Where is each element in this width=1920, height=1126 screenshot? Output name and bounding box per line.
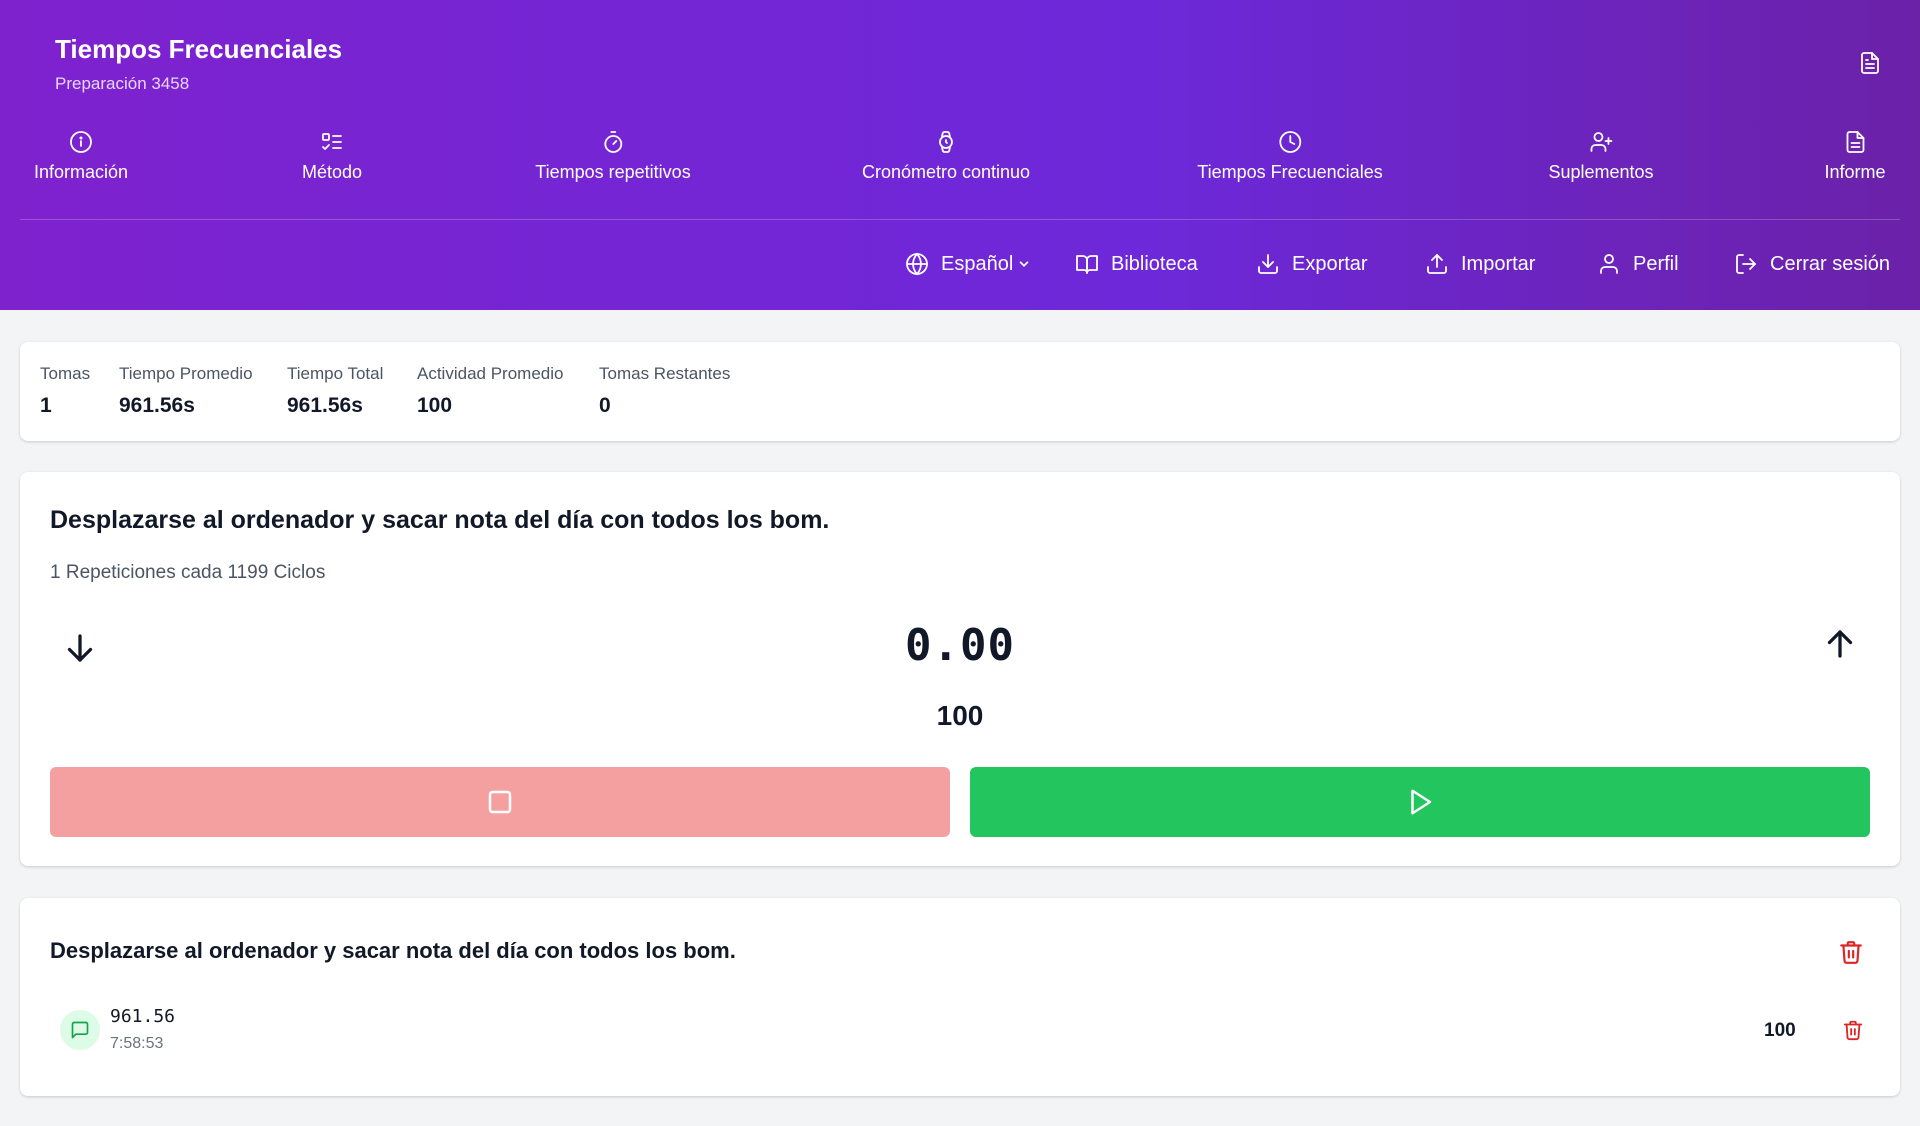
- arrow-up-icon[interactable]: [1822, 626, 1858, 662]
- app-header: Tiempos Frecuenciales Preparación 3458 I…: [0, 0, 1920, 310]
- stat-label: Tiempo Total: [287, 364, 384, 383]
- stat-actividad-promedio: Actividad Promedio 100: [417, 364, 563, 418]
- profile-button[interactable]: Perfil: [1597, 252, 1679, 276]
- nav-item-tiempos-repetitivos[interactable]: Tiempos repetitivos: [535, 130, 691, 183]
- nav-label: Informe: [1824, 162, 1886, 182]
- timer-icon: [604, 131, 622, 153]
- export-label: Exportar: [1292, 252, 1368, 275]
- timer-display: 0.00: [905, 620, 1015, 671]
- timer-card: Desplazarse al ordenador y sacar nota de…: [20, 472, 1900, 866]
- app-subtitle: Preparación 3458: [55, 74, 190, 93]
- nav-item-metodo[interactable]: Método: [302, 130, 362, 183]
- nav-label: Información: [33, 162, 129, 182]
- nav-item-tiempos-frecuenciales[interactable]: Tiempos Frecuenciales: [1197, 130, 1383, 183]
- nav-item-informacion[interactable]: Información: [34, 130, 128, 183]
- message-icon: [71, 1021, 89, 1039]
- records-card: Desplazarse al ordenador y sacar nota de…: [20, 898, 1900, 1096]
- document-icon: [1846, 131, 1864, 153]
- comment-button[interactable]: [60, 1010, 100, 1050]
- nav-label: Método: [301, 162, 363, 182]
- library-label: Biblioteca: [1111, 252, 1198, 275]
- import-button[interactable]: Importar: [1425, 252, 1535, 276]
- app-title: Tiempos Frecuenciales: [55, 34, 343, 64]
- document-icon[interactable]: [1858, 50, 1882, 76]
- stat-value: 961.56s: [119, 394, 195, 417]
- nav-label: Cronómetro continuo: [861, 162, 1031, 182]
- task-title: Desplazarse al ordenador y sacar nota de…: [50, 506, 830, 534]
- list-check-icon: [322, 133, 342, 150]
- repetitions-text: 1 Repeticiones cada 1199 Ciclos: [50, 562, 326, 583]
- records-title: Desplazarse al ordenador y sacar nota de…: [50, 938, 736, 963]
- clock-icon: [1279, 131, 1301, 153]
- stat-value: 1: [40, 394, 52, 417]
- stop-icon: [488, 790, 512, 814]
- nav-item-informe[interactable]: Informe: [1824, 130, 1886, 183]
- nav-item-suplementos[interactable]: Suplementos: [1548, 130, 1654, 183]
- stat-value: 961.56s: [287, 394, 363, 417]
- play-button[interactable]: [970, 767, 1870, 837]
- globe-icon: [906, 252, 928, 276]
- logout-button[interactable]: Cerrar sesión: [1734, 252, 1890, 276]
- stat-label: Tomas: [40, 364, 91, 383]
- profile-label: Perfil: [1633, 252, 1679, 275]
- stat-value: 100: [417, 394, 453, 417]
- stats-card: Tomas 1 Tiempo Promedio 961.56s Tiempo T…: [20, 342, 1900, 441]
- download-icon: [1258, 254, 1278, 274]
- trash-icon[interactable]: [1838, 938, 1864, 966]
- user-icon: [1600, 254, 1618, 274]
- book-icon: [1076, 255, 1098, 274]
- logout-icon: [1736, 254, 1756, 274]
- import-label: Importar: [1461, 252, 1536, 275]
- stat-value: 0: [599, 394, 611, 417]
- watch-icon: [939, 131, 953, 153]
- trash-icon[interactable]: [1842, 1018, 1864, 1042]
- chevron-down-icon: [1019, 261, 1029, 267]
- stop-button[interactable]: [50, 767, 950, 837]
- stat-label: Tiempo Promedio: [119, 364, 253, 383]
- info-icon: [70, 131, 92, 153]
- language-select[interactable]: Español: [905, 252, 1043, 276]
- record-activity: 100: [1764, 1020, 1796, 1041]
- export-button[interactable]: Exportar: [1256, 252, 1368, 276]
- record-timestamp: 7:58:53: [110, 1035, 164, 1052]
- language-label: Español: [941, 252, 1014, 275]
- stat-label: Tomas Restantes: [599, 364, 731, 383]
- record-time: 961.56: [110, 1006, 176, 1027]
- stat-tiempo-promedio: Tiempo Promedio 961.56s: [119, 364, 253, 418]
- user-plus-icon: [1590, 132, 1612, 152]
- nav-label: Tiempos repetitivos: [535, 162, 691, 182]
- library-button[interactable]: Biblioteca: [1075, 252, 1198, 276]
- nav-item-cronometro-continuo[interactable]: Cronómetro continuo: [862, 130, 1030, 183]
- upload-icon: [1427, 254, 1447, 274]
- logout-label: Cerrar sesión: [1770, 252, 1891, 275]
- stat-tomas-restantes: Tomas Restantes 0: [599, 364, 730, 418]
- stat-tomas: Tomas 1: [40, 364, 90, 418]
- nav-label: Suplementos: [1548, 162, 1654, 182]
- nav-label: Tiempos Frecuenciales: [1197, 162, 1383, 182]
- stat-label: Actividad Promedio: [417, 364, 564, 383]
- main-nav: Información Método Tiempos repetitivos C…: [0, 130, 1920, 200]
- nav-divider: [20, 219, 1900, 220]
- stat-tiempo-total: Tiempo Total 961.56s: [287, 364, 383, 418]
- activity-value: 100: [936, 700, 984, 731]
- play-icon: [1411, 789, 1432, 815]
